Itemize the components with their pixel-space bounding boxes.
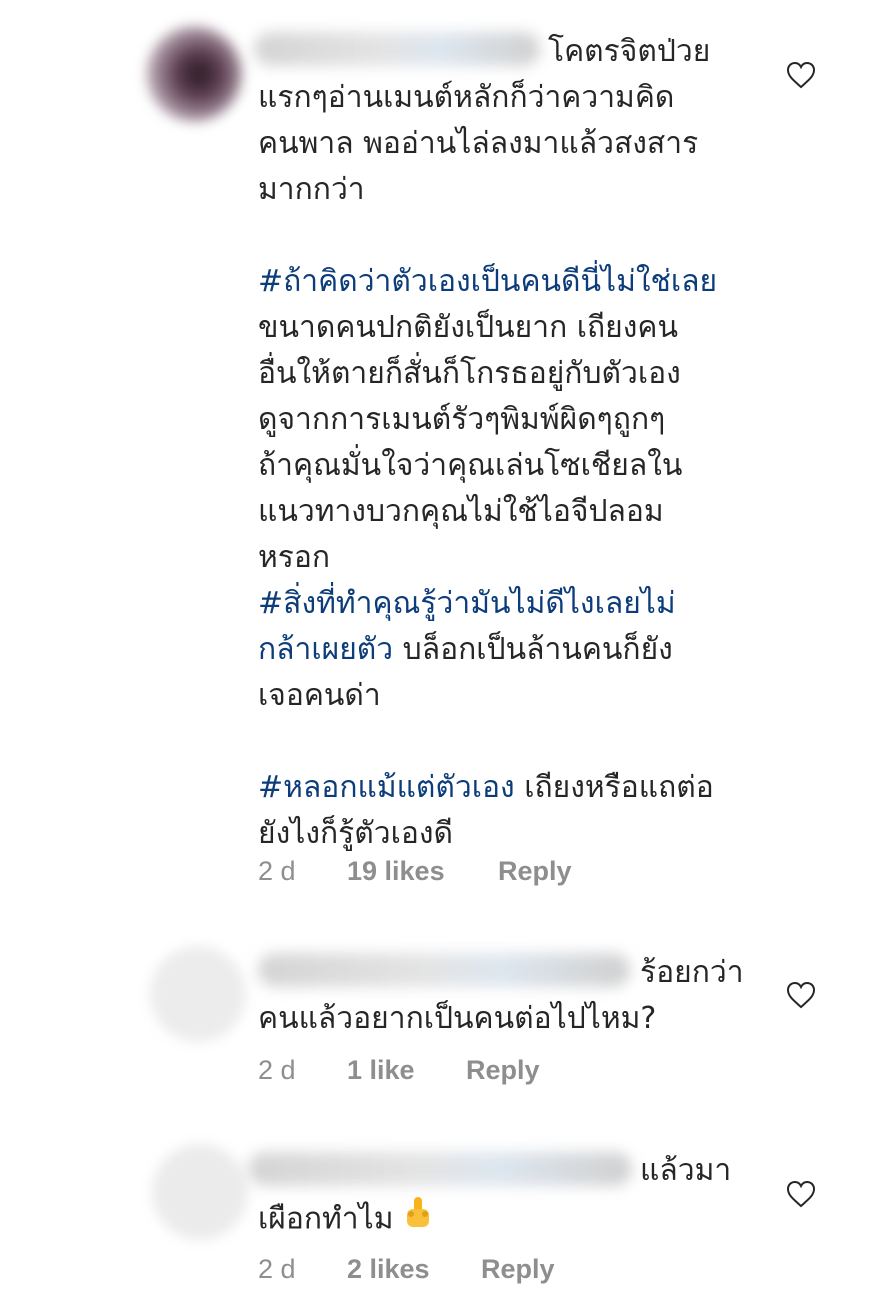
like-heart-icon[interactable] xyxy=(786,981,816,1009)
comment-body: เผือกทำไม xyxy=(258,1201,394,1237)
likes-count[interactable]: 1 like xyxy=(347,1055,415,1086)
reply-button[interactable]: Reply xyxy=(498,856,572,887)
comment-text: แรกๆอ่านเมนต์หลักก็ว่าความคิด คนพาล พออ่… xyxy=(258,75,758,857)
username-redacted[interactable] xyxy=(254,32,540,66)
hashtag-link[interactable]: #หลอกแม้แต่ตัวเอง xyxy=(258,770,515,805)
comment-first-line: โคตรจิตป่วย xyxy=(548,34,711,69)
comment-first-line: แล้วมา xyxy=(640,1153,732,1188)
reply-button[interactable]: Reply xyxy=(466,1055,540,1086)
avatar[interactable] xyxy=(146,26,242,122)
comment-body: ขนาดคนปกติยังเป็นยาก เถียงคน อื่นให้ตายก… xyxy=(258,310,683,575)
likes-count[interactable]: 19 likes xyxy=(347,856,445,887)
avatar[interactable] xyxy=(150,946,246,1042)
comment-body: แรกๆอ่านเมนต์หลักก็ว่าความคิด คนพาล พออ่… xyxy=(258,80,699,207)
avatar[interactable] xyxy=(152,1144,248,1240)
hashtag-link[interactable]: #ถ้าคิดว่าตัวเองเป็นคนดีนี่ไม่ใช่เลย xyxy=(258,264,717,299)
comment-body: คนแล้วอยากเป็นคนต่อไปไหม? xyxy=(258,1001,657,1036)
like-heart-icon[interactable] xyxy=(786,1180,816,1208)
comment-time: 2 d xyxy=(258,1254,296,1284)
reply-button[interactable]: Reply xyxy=(481,1254,555,1285)
like-heart-icon[interactable] xyxy=(786,61,816,89)
likes-count[interactable]: 2 likes xyxy=(347,1254,430,1285)
username-redacted[interactable] xyxy=(248,1152,632,1186)
middle-finger-emoji-icon xyxy=(403,1195,433,1245)
comment-text: เผือกทำไม xyxy=(258,1195,758,1245)
comment-time: 2 d xyxy=(258,1055,296,1085)
comment-time: 2 d xyxy=(258,856,296,886)
username-redacted[interactable] xyxy=(258,953,630,987)
comment-first-line: ร้อยกว่า xyxy=(640,955,744,990)
